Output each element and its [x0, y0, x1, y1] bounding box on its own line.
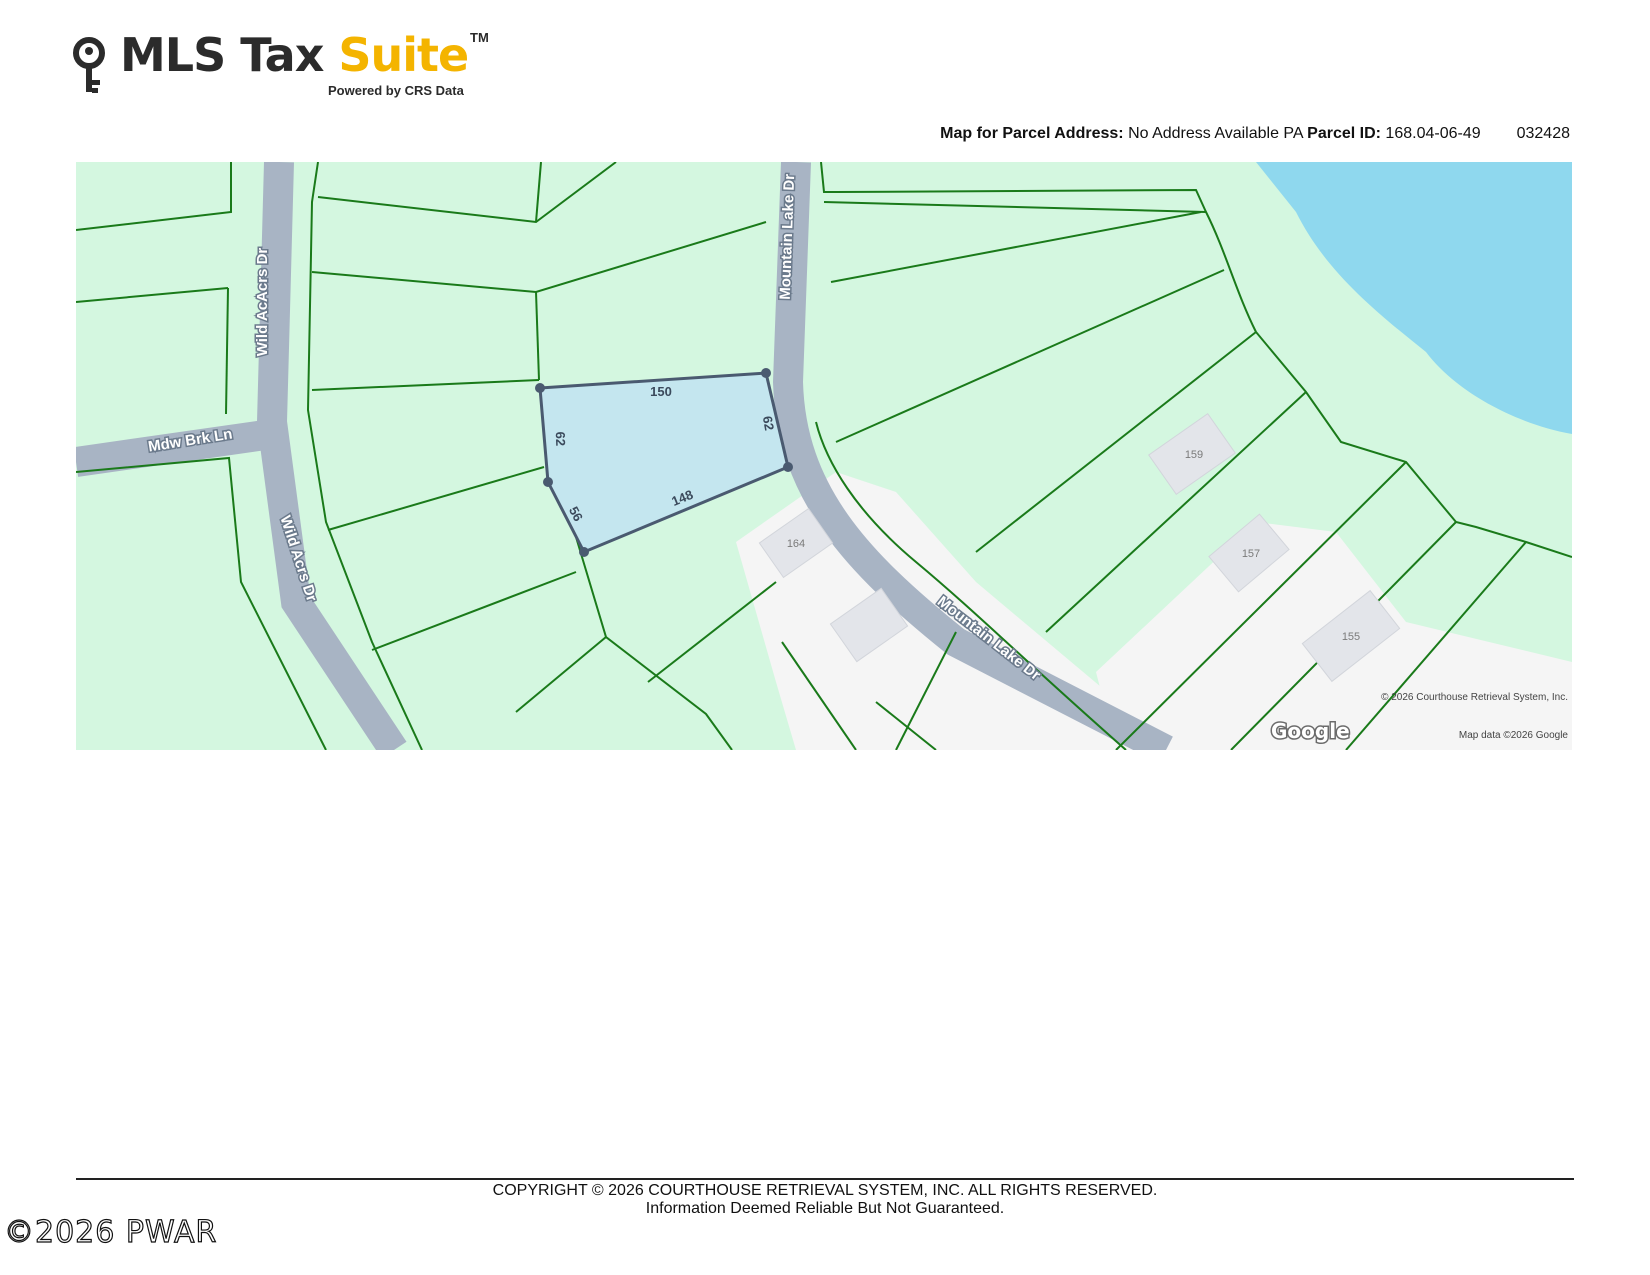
footer-disclaimer: Information Deemed Reliable But Not Guar… [645, 1200, 1005, 1217]
parcel-id: 168.04-06-49 [1385, 125, 1481, 142]
key-icon [73, 37, 105, 93]
footer: COPYRIGHT © 2026 COURTHOUSE RETRIEVAL SY… [0, 1182, 1650, 1218]
map-copyright-credit: © 2026 Courthouse Retrieval System, Inc. [1381, 692, 1568, 703]
parcel-header: Map for Parcel Address: No Address Avail… [940, 125, 1570, 143]
trademark-mark: TM [470, 30, 489, 45]
mls-tax-suite-logo: MLS Tax Suite TM Powered by CRS Data [72, 28, 512, 108]
parcel-id-label: Parcel ID: [1307, 125, 1381, 142]
house-label-159: 159 [1185, 449, 1203, 461]
logo-tagline: Powered by CRS Data [328, 83, 464, 98]
map-data-credit: Map data ©2026 Google [1459, 730, 1569, 741]
dim-left: 62 [553, 431, 568, 446]
logo-wordmark: MLS Tax Suite [120, 28, 469, 82]
footer-copyright: COPYRIGHT © 2026 COURTHOUSE RETRIEVAL SY… [492, 1182, 1158, 1199]
house-label-157: 157 [1242, 548, 1260, 560]
parcel-map-canvas: 164 159 157 155 150 62 62 148 56 Wild Ac… [76, 162, 1572, 750]
house-label-164: 164 [787, 538, 805, 550]
footer-divider [76, 1178, 1574, 1180]
road-label-wild-acacrs: Wild AcAcrs Dr [254, 248, 271, 357]
pwar-watermark: ©2026 PWAR [3, 1214, 218, 1250]
google-logo: Google [1271, 719, 1350, 743]
dim-right: 62 [760, 415, 777, 432]
house-label-155: 155 [1342, 631, 1360, 643]
parcel-address: No Address Available PA [1128, 125, 1303, 142]
logo-brand-accent: Suite [338, 28, 469, 82]
dim-top: 150 [650, 384, 672, 399]
parcel-code: 032428 [1516, 125, 1570, 142]
map-label: Map for Parcel Address: [940, 125, 1124, 142]
logo-brand-main: MLS Tax [120, 28, 339, 82]
parcel-map[interactable]: 164 159 157 155 150 62 62 148 56 Wild Ac… [76, 162, 1572, 750]
